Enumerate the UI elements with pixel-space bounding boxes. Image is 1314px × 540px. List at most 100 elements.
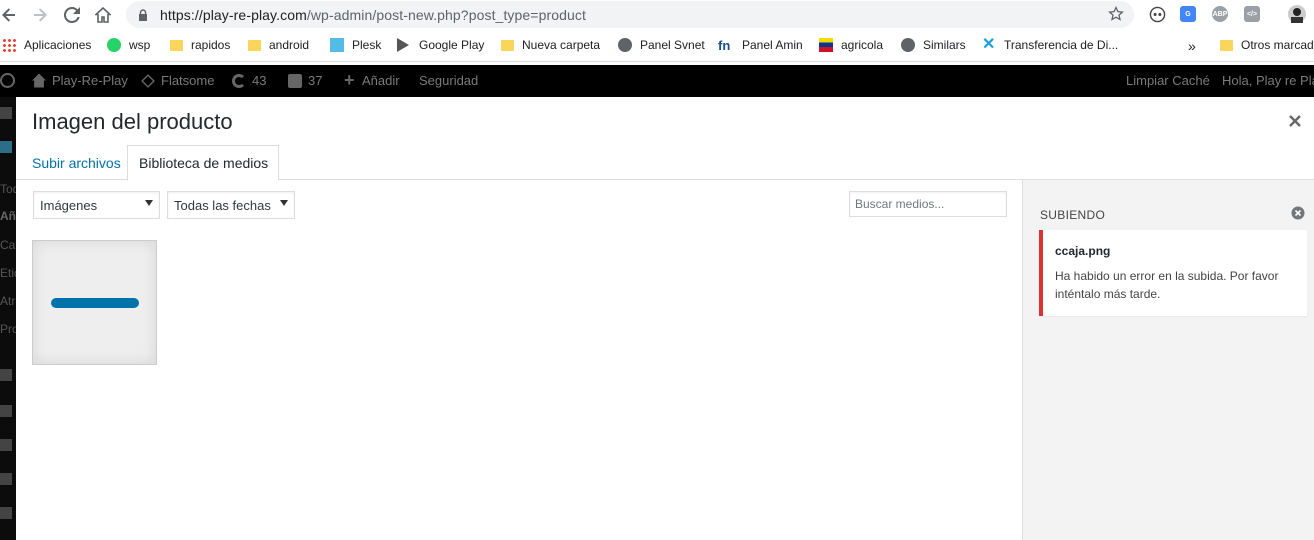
products-menu-icon[interactable] bbox=[0, 141, 12, 153]
globe-icon bbox=[901, 38, 915, 52]
bookmark-google-play[interactable]: Google Play bbox=[397, 38, 484, 52]
date-filter[interactable]: Todas las fechas bbox=[167, 191, 295, 219]
tab-media-library[interactable]: Biblioteca de medios bbox=[127, 145, 280, 181]
wp-admin-bar: Play-Re-Play Flatsome 43 37 + Añadir Seg… bbox=[0, 65, 1314, 97]
security-link[interactable]: Seguridad bbox=[419, 73, 478, 88]
bookmark-label: wsp bbox=[129, 38, 151, 52]
bookmark-label: Transferencia de Di... bbox=[1004, 38, 1119, 52]
clear-cache-link[interactable]: Limpiar Caché bbox=[1126, 73, 1210, 88]
bookmark-rapidos[interactable]: rapidos bbox=[170, 38, 230, 52]
more-bookmarks-button[interactable]: » bbox=[1188, 38, 1196, 54]
menu-icon[interactable] bbox=[0, 439, 12, 451]
account-greeting-link[interactable]: Hola, Play re Pla bbox=[1222, 73, 1314, 88]
bookmark-label: Panel Svnet bbox=[640, 38, 705, 52]
media-router-tabs: Subir archivos Biblioteca de medios bbox=[16, 145, 1314, 181]
address-bar[interactable]: https://play-re-play.com/wp-admin/post-n… bbox=[126, 1, 1134, 28]
search-media-input[interactable] bbox=[849, 191, 1007, 217]
bookmark-transferencia[interactable]: ✕ Transferencia de Di... bbox=[982, 36, 1119, 53]
bookmark-label: Aplicaciones bbox=[24, 38, 92, 52]
comment-bubble-icon bbox=[288, 73, 302, 88]
add-new-label: Añadir bbox=[362, 73, 400, 88]
folder-icon bbox=[1220, 40, 1233, 51]
close-icon[interactable] bbox=[1288, 114, 1302, 128]
extension-icon-1[interactable] bbox=[1148, 5, 1166, 23]
x-logo-icon: ✕ bbox=[982, 36, 996, 53]
arrow-left-icon bbox=[2, 8, 15, 22]
bookmark-apps[interactable]: Aplicaciones bbox=[2, 38, 91, 52]
bookmark-star-icon[interactable] bbox=[1108, 6, 1124, 22]
modal-title: Imagen del producto bbox=[32, 109, 233, 134]
comments-count: 37 bbox=[308, 73, 323, 88]
sidebar-item[interactable]: Etiq bbox=[0, 266, 16, 280]
bookmark-label: Nueva carpeta bbox=[522, 38, 601, 52]
error-message: Ha habido un error en la subida. Por fav… bbox=[1055, 269, 1279, 301]
google-translate-extension[interactable]: G bbox=[1179, 5, 1197, 23]
dropdown-arrow-icon bbox=[280, 200, 288, 206]
profile-avatar[interactable] bbox=[1288, 5, 1306, 23]
media-modal: Imagen del producto Subir archivos Bibli… bbox=[16, 97, 1314, 540]
globe-icon bbox=[618, 38, 632, 52]
menu-icon bbox=[0, 107, 12, 119]
bookmark-android[interactable]: android bbox=[248, 38, 309, 52]
back-button[interactable] bbox=[0, 0, 24, 30]
bookmark-similars[interactable]: Similars bbox=[901, 38, 966, 52]
sidebar-item[interactable]: Pro bbox=[0, 322, 16, 336]
sidebar-item[interactable]: Tod bbox=[0, 182, 16, 196]
updates-icon bbox=[232, 73, 246, 88]
folder-icon bbox=[248, 40, 261, 51]
bookmark-agricola[interactable]: agricola bbox=[819, 38, 883, 52]
bookmark-plesk[interactable]: Plesk bbox=[330, 38, 381, 52]
reload-icon bbox=[64, 7, 80, 23]
bookmark-label: Panel Amin bbox=[742, 38, 803, 52]
site-name-link[interactable]: Play-Re-Play bbox=[32, 73, 128, 88]
incognito-circle-icon bbox=[1149, 6, 1165, 22]
code-icon: </> bbox=[1244, 6, 1260, 22]
bookmark-nueva-carpeta[interactable]: Nueva carpeta bbox=[501, 38, 600, 52]
tab-upload-files[interactable]: Subir archivos bbox=[32, 155, 121, 171]
bookmark-panel-amin[interactable]: fn Panel Amin bbox=[718, 38, 803, 53]
media-type-filter[interactable]: Imágenes bbox=[33, 191, 160, 219]
dismiss-errors-icon[interactable] bbox=[1291, 206, 1305, 220]
menu-icon[interactable] bbox=[0, 405, 12, 417]
theme-link[interactable]: Flatsome bbox=[141, 73, 214, 88]
uploading-attachment-thumbnail[interactable] bbox=[32, 240, 157, 365]
comments-link[interactable]: 37 bbox=[288, 73, 322, 88]
other-bookmarks-folder[interactable]: Otros marcad bbox=[1220, 38, 1314, 52]
sidebar-item[interactable]: Añ bbox=[0, 209, 16, 223]
sidebar-item[interactable]: Atr bbox=[0, 294, 15, 308]
bookmark-wsp[interactable]: wsp bbox=[107, 38, 150, 52]
updates-count: 43 bbox=[252, 73, 267, 88]
greeting-label: Hola, Play re Pla bbox=[1222, 73, 1314, 88]
attachments-browser: Imágenes Todas las fechas bbox=[16, 180, 1022, 540]
fn-icon: fn bbox=[718, 38, 731, 53]
adblock-extension[interactable]: ABP bbox=[1211, 5, 1229, 23]
menu-icon[interactable] bbox=[0, 473, 12, 485]
bookmark-label: Google Play bbox=[419, 38, 485, 52]
forward-button[interactable] bbox=[25, 0, 55, 30]
wp-logo-button[interactable] bbox=[0, 73, 21, 88]
security-label: Seguridad bbox=[419, 73, 479, 88]
upload-progress-bar bbox=[51, 298, 139, 308]
menu-icon[interactable] bbox=[0, 507, 12, 519]
add-new-link[interactable]: + Añadir bbox=[344, 71, 400, 89]
bookmark-label: Plesk bbox=[352, 38, 382, 52]
site-name-label: Play-Re-Play bbox=[52, 73, 128, 88]
url-text: https://play-re-play.com/wp-admin/post-n… bbox=[160, 6, 586, 23]
bookmark-label: Otros marcad bbox=[1241, 38, 1314, 52]
home-button[interactable] bbox=[88, 0, 118, 30]
updates-link[interactable]: 43 bbox=[232, 73, 266, 88]
reload-button[interactable] bbox=[57, 0, 87, 30]
arrow-right-icon bbox=[34, 8, 47, 22]
uploading-sidebar: Subiendo ccaja.png Ha habido un error en… bbox=[1022, 180, 1314, 540]
flag-icon bbox=[819, 38, 833, 52]
bookmark-label: rapidos bbox=[191, 38, 231, 52]
bookmark-panel-svnet[interactable]: Panel Svnet bbox=[618, 38, 705, 52]
uploading-title: Subiendo bbox=[1040, 208, 1106, 222]
menu-icon[interactable] bbox=[0, 369, 12, 381]
bookmarks-bar: Aplicaciones wsp rapidos android Plesk G… bbox=[0, 30, 1314, 62]
home-icon bbox=[95, 7, 111, 23]
sidebar-item[interactable]: Cat bbox=[0, 238, 16, 252]
code-extension[interactable]: </> bbox=[1243, 5, 1261, 23]
folder-icon bbox=[170, 40, 183, 51]
apps-grid-icon bbox=[2, 38, 16, 52]
